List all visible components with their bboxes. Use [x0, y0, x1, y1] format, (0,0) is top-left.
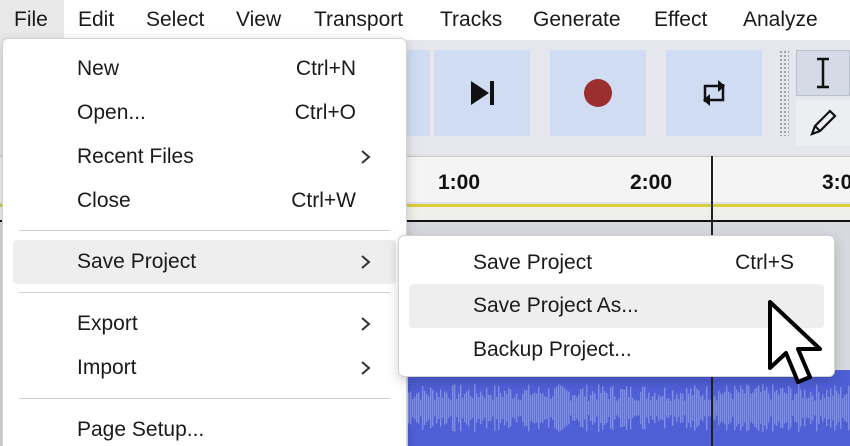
menu-tracks[interactable]: Tracks	[440, 0, 502, 40]
chevron-right-icon	[361, 317, 371, 331]
menu-item-save-project[interactable]: Save Project	[13, 240, 396, 284]
draw-tool-icon	[810, 109, 837, 136]
selection-tool-icon	[817, 57, 829, 89]
timeline-tick: 1:00	[438, 171, 481, 194]
menu-item-shortcut: Ctrl+W	[291, 189, 356, 212]
submenu-item-save-project[interactable]: Save Project Ctrl+S	[409, 241, 824, 285]
record-button[interactable]	[550, 50, 646, 136]
menu-item-open[interactable]: Open... Ctrl+O	[13, 91, 396, 135]
menu-item-label: New	[77, 57, 120, 80]
chevron-right-icon	[361, 361, 371, 375]
menu-view[interactable]: View	[236, 0, 281, 40]
menu-file[interactable]: File	[0, 0, 64, 40]
menu-item-import[interactable]: Import	[13, 346, 396, 390]
chevron-right-icon	[361, 255, 371, 269]
menu-item-label: Save Project	[77, 250, 197, 273]
menu-item-label: Page Setup...	[77, 418, 205, 441]
draw-tool-button[interactable]	[796, 100, 850, 146]
menu-analyze[interactable]: Analyze	[743, 0, 818, 40]
menu-item-close[interactable]: Close Ctrl+W	[13, 179, 396, 223]
menu-item-page-setup[interactable]: Page Setup...	[13, 408, 396, 446]
skip-to-end-icon	[471, 81, 494, 105]
selection-tool-button[interactable]	[796, 50, 850, 96]
menu-edit[interactable]: Edit	[78, 0, 114, 40]
menu-separator	[19, 230, 390, 231]
submenu-item-save-project-as[interactable]: Save Project As...	[409, 284, 824, 328]
file-menu: New Ctrl+N Open... Ctrl+O Recent Files C…	[2, 38, 407, 446]
timeline-tick: 3:0	[822, 171, 850, 194]
menu-separator	[19, 398, 390, 399]
submenu-item-backup-project[interactable]: Backup Project...	[409, 328, 824, 372]
timeline-tick: 2:00	[630, 171, 673, 194]
menu-item-label: Save Project	[473, 251, 593, 274]
menu-generate[interactable]: Generate	[533, 0, 621, 40]
loop-icon	[703, 80, 725, 106]
skip-to-end-button[interactable]	[434, 50, 530, 136]
menu-item-label: Export	[77, 312, 138, 335]
record-icon	[584, 79, 612, 107]
menu-effect[interactable]: Effect	[654, 0, 707, 40]
menu-item-shortcut: Ctrl+N	[295, 57, 356, 80]
menu-separator	[19, 292, 390, 293]
menu-bar: File Edit Select View Transport Tracks G…	[0, 0, 850, 40]
menu-item-shortcut: Ctrl+S	[735, 251, 794, 274]
menu-item-label: Open...	[77, 101, 146, 124]
menu-item-label: Backup Project...	[473, 338, 632, 361]
loop-button[interactable]	[666, 50, 762, 136]
menu-item-label: Close	[77, 189, 131, 212]
menu-item-export[interactable]: Export	[13, 302, 396, 346]
menu-transport[interactable]: Transport	[314, 0, 403, 40]
menu-item-label: Save Project As...	[473, 294, 639, 317]
menu-item-shortcut: Ctrl+O	[294, 101, 356, 124]
toolbar-grip[interactable]	[779, 50, 789, 136]
menu-item-label: Import	[77, 356, 137, 379]
menu-item-label: Recent Files	[77, 145, 194, 168]
mouse-pointer-icon	[768, 300, 822, 384]
menu-item-new[interactable]: New Ctrl+N	[13, 47, 396, 91]
menu-item-recent-files[interactable]: Recent Files	[13, 135, 396, 179]
chevron-right-icon	[361, 150, 371, 164]
menu-select[interactable]: Select	[146, 0, 204, 40]
